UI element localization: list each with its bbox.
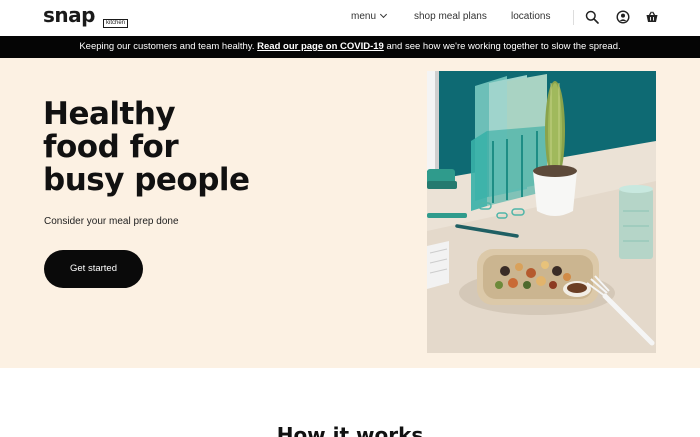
account-icon[interactable] (616, 10, 630, 24)
search-icon[interactable] (585, 10, 599, 24)
site-header: snap kitchen menu shop meal plans locati… (0, 0, 700, 36)
logo-wordmark: snap (43, 3, 95, 27)
get-started-button[interactable]: Get started (44, 250, 143, 288)
covid-page-link[interactable]: Read our page on COVID-19 (257, 41, 384, 52)
hero-section: Healthy food for busy people Consider yo… (0, 58, 700, 368)
hero-title-line: food for (43, 129, 179, 165)
hero-title: Healthy food for busy people (43, 98, 303, 197)
nav-menu-dropdown[interactable]: menu (351, 10, 388, 22)
nav-divider (573, 10, 574, 25)
snap-kitchen-logo[interactable]: snap kitchen (43, 3, 133, 28)
nav-locations[interactable]: locations (511, 11, 550, 22)
cart-icon[interactable] (645, 10, 659, 24)
hero-meal-photo (427, 71, 656, 353)
hero-title-line: Healthy (43, 96, 176, 132)
desk-meal-illustration (427, 71, 656, 353)
how-it-works-heading: How it works (276, 423, 424, 437)
logo-subtext: kitchen (103, 19, 129, 28)
covid-banner: Keeping our customers and team healthy. … (0, 36, 700, 58)
hero-subtitle: Consider your meal prep done (44, 216, 179, 227)
chevron-down-icon (379, 10, 388, 19)
banner-text-pre: Keeping our customers and team healthy. (79, 41, 258, 52)
banner-text-post: and see how we're working together to sl… (383, 41, 621, 52)
nav-menu-label: menu (351, 11, 377, 22)
nav-shop-meal-plans[interactable]: shop meal plans (414, 11, 487, 22)
hero-title-line: busy people (43, 162, 250, 198)
